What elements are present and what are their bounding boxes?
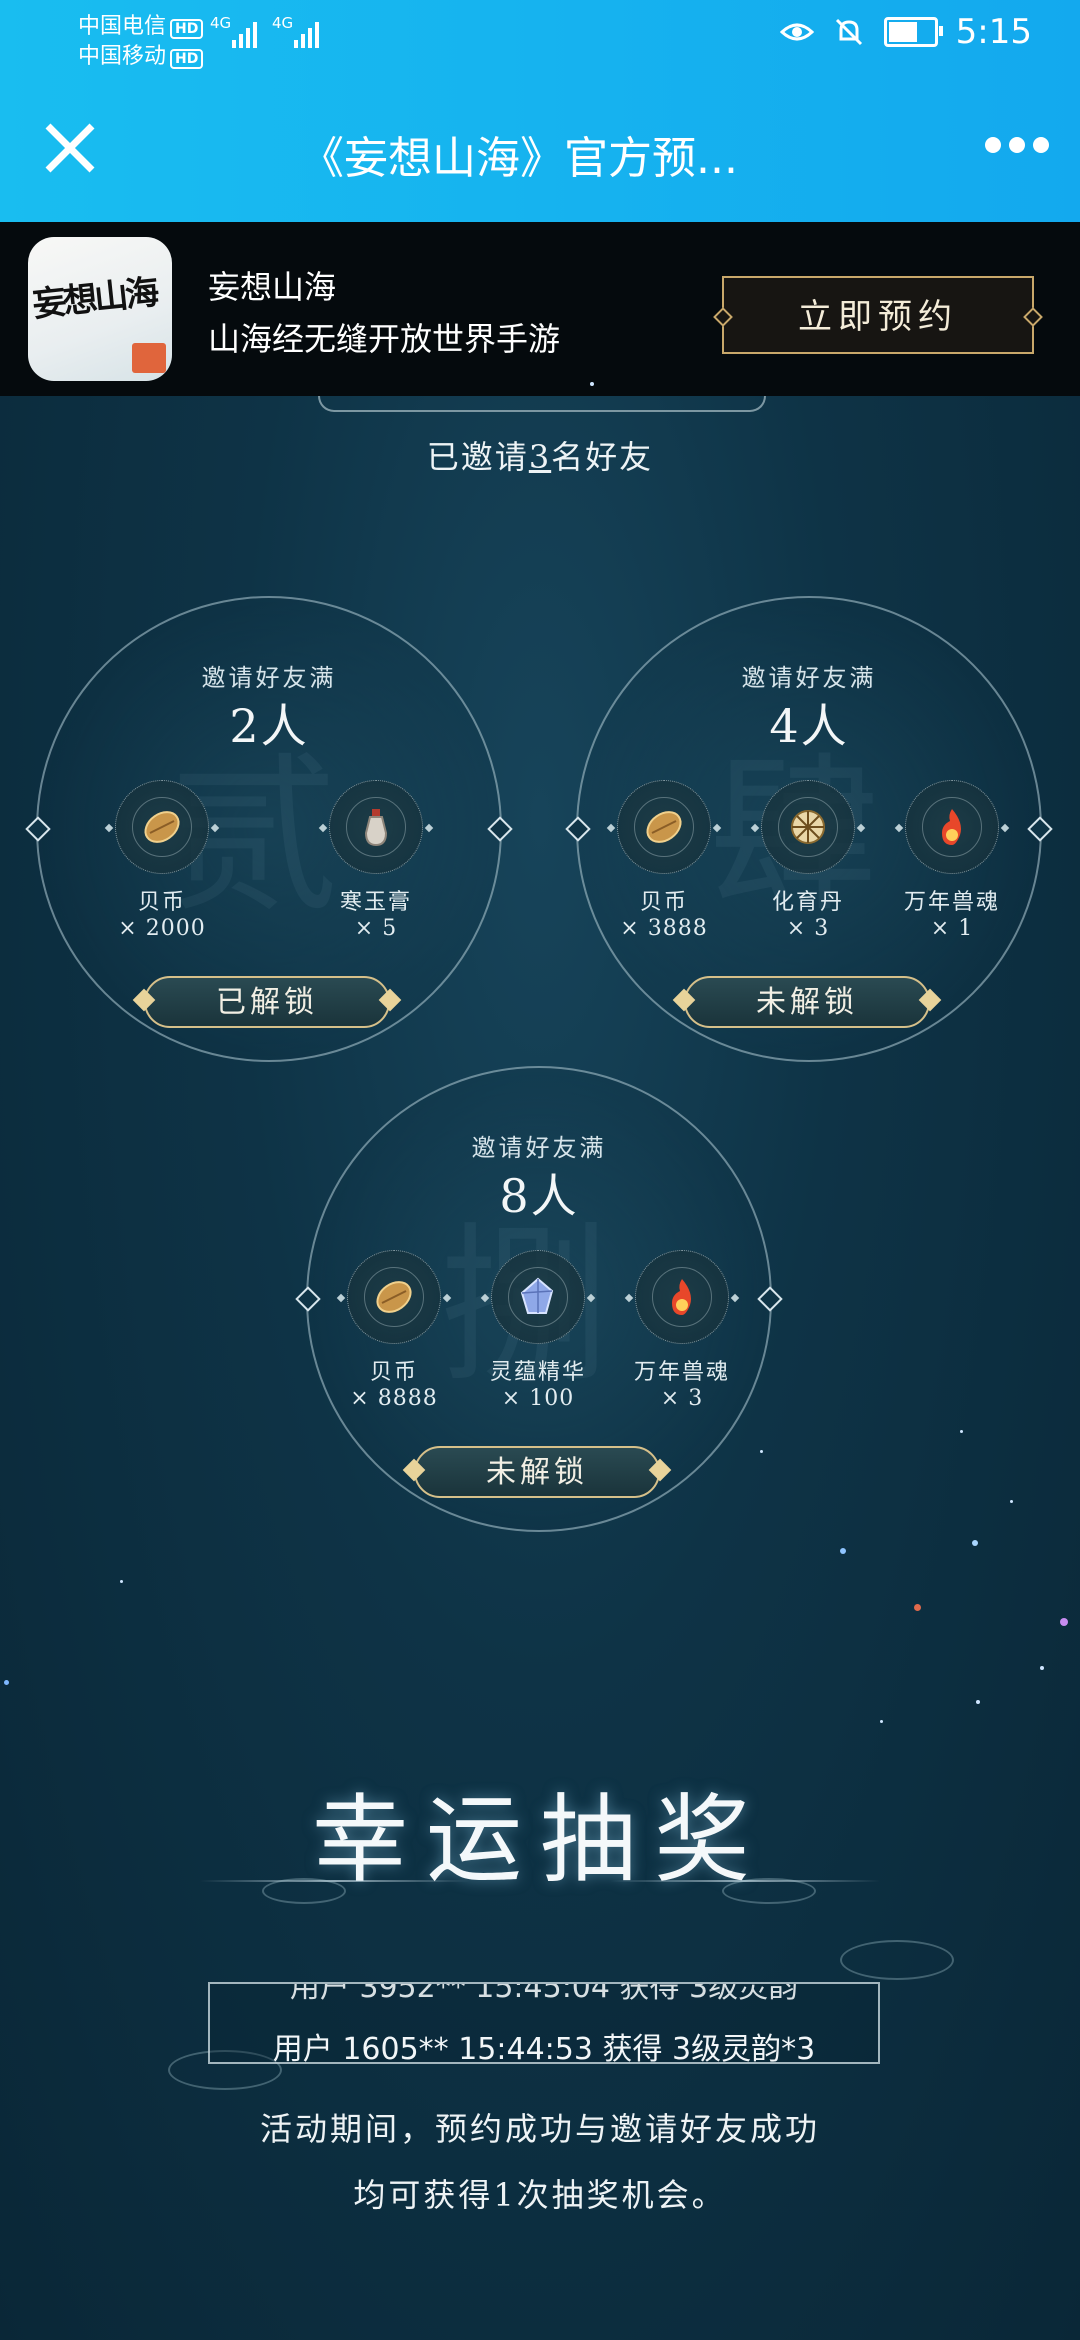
tier-caption: 邀请好友满: [201, 664, 337, 692]
battery-icon: [883, 17, 943, 47]
crystal-icon: [520, 1277, 554, 1314]
shell-coin-icon: [376, 1281, 412, 1313]
clock: 5:15: [955, 12, 1032, 52]
close-icon[interactable]: [40, 118, 100, 178]
page-title: 《妄想山海》官方预...: [300, 133, 738, 184]
gift-icon: [132, 343, 166, 373]
header-bar: 中国电信 HD 中国移动 HD 4G 4G 5:15 《妄想山海》官方预...: [0, 0, 1080, 222]
reward-item: 万年兽魂 × 1: [892, 780, 1012, 941]
tier-caption: 邀请好友满: [741, 664, 877, 692]
more-icon[interactable]: [984, 130, 1050, 160]
beast-soul-icon: [672, 1279, 691, 1315]
reward-tier-4: 肆 邀请好友满 4人 贝币 × 3888 化育丹 × 3 万年兽魂 × 1 未解…: [565, 596, 1053, 1062]
hd-badge: HD: [170, 19, 204, 39]
reward-item: 贝币 × 2000: [102, 780, 222, 941]
rules-line-1: 活动期间，预约成功与邀请好友成功: [259, 2110, 820, 2148]
unlocked-button[interactable]: 已解锁: [144, 976, 390, 1028]
signal-2-icon: [294, 14, 319, 48]
reserve-button[interactable]: 立即预约: [722, 276, 1034, 354]
reward-item: 贝币 × 8888: [334, 1250, 454, 1411]
nav-bar: 《妄想山海》官方预...: [0, 100, 1080, 200]
carrier-2: 中国移动 HD: [78, 38, 204, 70]
rules-line-2: 均可获得1次抽奖机会。: [353, 2176, 727, 2214]
jade-vial-icon: [364, 809, 388, 847]
tier-count: 4人: [769, 699, 849, 753]
tier-count: 2人: [229, 699, 309, 753]
reward-item: 贝币 × 3888: [604, 780, 724, 941]
reward-item: 万年兽魂 × 3: [622, 1250, 742, 1411]
app-logo: 妄想山海: [30, 272, 159, 326]
shell-coin-icon: [144, 811, 180, 843]
mute-bell-icon: [835, 18, 862, 46]
eye-icon: [779, 23, 814, 41]
network-type-2: 4G: [272, 14, 294, 32]
reward-item: 化育丹 × 3: [748, 780, 868, 941]
lottery-title: 幸运抽奖: [312, 1784, 768, 1896]
status-bar: 中国电信 HD 中国移动 HD 4G 4G 5:15: [0, 0, 1080, 70]
reward-tier-8: 捌 邀请好友满 8人 贝币 × 8888 灵蕴精华 × 100 万年兽魂 × 3…: [295, 1066, 783, 1532]
app-icon: 妄想山海: [28, 237, 172, 381]
tier-caption: 邀请好友满: [471, 1134, 607, 1162]
ticker-current: 用户 1605** 15:44:53 获得 3级灵韵*3: [272, 2032, 816, 2064]
locked-button[interactable]: 未解锁: [414, 1446, 660, 1498]
signal-1-icon: [232, 14, 257, 48]
reward-item: 灵蕴精华 × 100: [478, 1250, 598, 1411]
ticker-previous: 用户 3952** 15:45:04 获得 3级灵韵: [289, 1982, 799, 2005]
status-icons: 5:15: [779, 12, 1032, 52]
carrier-1: 中国电信 HD: [78, 8, 204, 40]
invited-count-text: 已邀请3名好友: [426, 438, 654, 476]
shell-coin-icon: [646, 811, 682, 843]
winner-ticker: 用户 3952** 15:45:04 获得 3级灵韵 用户 1605** 15:…: [208, 1982, 880, 2064]
tab-edge: [318, 396, 766, 412]
cloud-ornament: [840, 1940, 954, 1980]
beast-soul-icon: [942, 809, 961, 845]
app-banner[interactable]: 妄想山海 妄想山海 山海经无缝开放世界手游 立即预约: [0, 222, 1080, 396]
hd-badge: HD: [170, 49, 204, 69]
invited-count: 3: [528, 438, 552, 476]
app-description: 山海经无缝开放世界手游: [208, 320, 561, 358]
app-name: 妄想山海: [208, 268, 337, 306]
pill-icon: [791, 810, 825, 844]
tier-count: 8人: [499, 1169, 579, 1223]
reward-tier-2: 贰 邀请好友满 2人 贝币 × 2000 寒玉膏 × 5 已解锁: [25, 596, 513, 1062]
network-type-1: 4G: [210, 14, 232, 32]
cloud-ornament: [722, 1878, 816, 1904]
locked-button[interactable]: 未解锁: [684, 976, 930, 1028]
reward-item: 寒玉膏 × 5: [316, 780, 436, 941]
cloud-ornament: [262, 1878, 346, 1904]
